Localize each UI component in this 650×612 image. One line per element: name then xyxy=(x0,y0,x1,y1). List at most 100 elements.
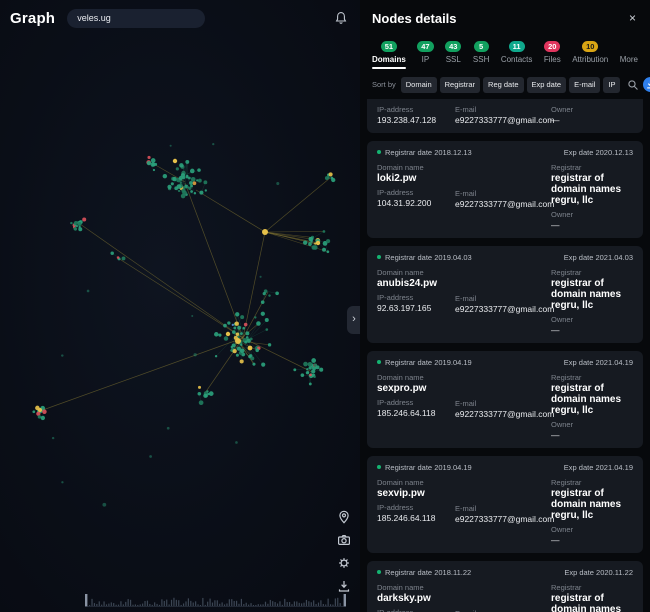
tab-label: Attribution xyxy=(572,55,608,64)
tab-contacts[interactable]: 11 Contacts xyxy=(501,34,533,69)
filter-domain[interactable]: Domain xyxy=(401,77,437,93)
domain-card[interactable]: IP-address 193.238.47.128 E-mail e922733… xyxy=(367,99,643,133)
tab-domains[interactable]: 51 Domains xyxy=(372,34,406,69)
tab-count-badge: 43 xyxy=(445,41,461,53)
ip-value: 185.246.64.118 xyxy=(377,408,455,418)
registrar-label: Registrar xyxy=(551,163,633,172)
owner-value: — xyxy=(551,115,633,125)
tab-ip[interactable]: 47 IP xyxy=(417,34,433,69)
reg-date: Registrar date 2018.11.22 xyxy=(385,568,471,577)
locate-button[interactable] xyxy=(336,509,352,525)
owner-label: Owner xyxy=(551,420,633,429)
ip-label: IP-address xyxy=(377,293,455,302)
registrar-label: Registrar xyxy=(551,373,633,382)
search-icon xyxy=(627,79,639,91)
tab-count-badge: 20 xyxy=(544,41,560,53)
domain-card[interactable]: Registrar date 2018.12.13 Exp date 2020.… xyxy=(367,141,643,238)
gear-icon xyxy=(337,556,351,570)
panel-header: Nodes details × xyxy=(360,0,650,34)
exp-date: Exp date 2021.04.19 xyxy=(564,463,633,472)
download-icon xyxy=(337,579,351,593)
filter-email[interactable]: E-mail xyxy=(569,77,600,93)
search-list-button[interactable] xyxy=(626,78,640,92)
camera-icon xyxy=(337,533,351,547)
tab-more[interactable]: More xyxy=(620,34,638,69)
tab-label: Files xyxy=(544,55,561,64)
registrar-value: registrar of domain names regru, llc xyxy=(551,278,633,311)
domain-card[interactable]: Registrar date 2019.04.03 Exp date 2021.… xyxy=(367,246,643,343)
close-icon: × xyxy=(629,11,636,25)
graph-topbar: Graph xyxy=(0,0,360,36)
registrar-value: registrar of domain names regru, llc xyxy=(551,383,633,416)
email-value: e9227333777@gmail.com xyxy=(455,514,551,524)
exp-date: Exp date 2021.04.19 xyxy=(564,358,633,367)
owner-label: Owner xyxy=(551,315,633,324)
timeline-scrubber[interactable] xyxy=(85,593,346,608)
tab-count-badge: 5 xyxy=(474,41,489,53)
exp-date: Exp date 2020.12.13 xyxy=(564,148,633,157)
email-label: E-mail xyxy=(455,399,551,408)
domain-label: Domain name xyxy=(377,163,455,172)
save-graph-button[interactable] xyxy=(336,578,352,594)
ip-label: IP-address xyxy=(377,188,455,197)
location-pin-icon xyxy=(337,510,351,524)
close-panel-button[interactable]: × xyxy=(627,10,638,26)
registrar-value: registrar of domain names regru, llc xyxy=(551,173,633,206)
tab-ssh[interactable]: 5 SSH xyxy=(473,34,489,69)
panel-collapse-button[interactable]: › xyxy=(347,306,360,334)
email-label: E-mail xyxy=(455,504,551,513)
registrar-label: Registrar xyxy=(551,478,633,487)
domain-label: Domain name xyxy=(377,583,455,592)
domain-label: Domain name xyxy=(377,478,455,487)
owner-label: Owner xyxy=(551,210,633,219)
reg-date: Registrar date 2019.04.19 xyxy=(385,463,472,472)
notifications-button[interactable] xyxy=(332,9,350,27)
reg-date: Registrar date 2019.04.03 xyxy=(385,253,472,262)
email-label: E-mail xyxy=(455,105,551,114)
screenshot-button[interactable] xyxy=(336,532,352,548)
ip-value: 193.238.47.128 xyxy=(377,115,455,125)
ip-value: 92.63.197.165 xyxy=(377,303,455,313)
graph-side-tools xyxy=(336,509,352,594)
reg-date: Registrar date 2019.04.19 xyxy=(385,358,472,367)
export-button[interactable] xyxy=(643,77,650,92)
ip-value: 104.31.92.200 xyxy=(377,198,455,208)
ip-label: IP-address xyxy=(377,503,455,512)
graph-settings-button[interactable] xyxy=(336,555,352,571)
domain-card[interactable]: Registrar date 2019.04.19 Exp date 2021.… xyxy=(367,351,643,448)
exp-date: Exp date 2020.11.22 xyxy=(564,568,633,577)
graph-search-input[interactable] xyxy=(67,9,205,28)
domain-label: Domain name xyxy=(377,268,455,277)
owner-value: — xyxy=(551,535,633,545)
email-label: E-mail xyxy=(455,294,551,303)
domain-cards-list[interactable]: IP-address 193.238.47.128 E-mail e922733… xyxy=(360,99,650,612)
tab-count-badge: 11 xyxy=(509,41,525,53)
tab-ssl[interactable]: 43 SSL xyxy=(445,34,461,69)
tab-label: SSH xyxy=(473,55,489,64)
filter-registrar[interactable]: Registrar xyxy=(440,77,480,93)
network-graph[interactable] xyxy=(0,0,360,612)
tab-attribution[interactable]: 10 Attribution xyxy=(572,34,608,69)
owner-label: Owner xyxy=(551,105,633,114)
registrar-value: registrar of domain names regru, llc xyxy=(551,488,633,521)
domain-card[interactable]: Registrar date 2018.11.22 Exp date 2020.… xyxy=(367,561,643,612)
status-dot xyxy=(377,150,381,154)
status-dot xyxy=(377,465,381,469)
filter-ip[interactable]: IP xyxy=(603,77,620,93)
filter-exp-date[interactable]: Exp date xyxy=(527,77,567,93)
domain-name-value: sexpro.pw xyxy=(377,383,455,394)
bell-icon xyxy=(334,11,348,25)
domain-label: Domain name xyxy=(377,373,455,382)
filter-reg-date[interactable]: Reg date xyxy=(483,77,523,93)
exp-date: Exp date 2021.04.03 xyxy=(564,253,633,262)
email-value: e9227333777@gmail.com xyxy=(455,115,551,125)
domain-name-value: darksky.pw xyxy=(377,593,455,604)
tab-files[interactable]: 20 Files xyxy=(544,34,561,69)
email-value: e9227333777@gmail.com xyxy=(455,304,551,314)
owner-label: Owner xyxy=(551,525,633,534)
domain-card[interactable]: Registrar date 2019.04.19 Exp date 2021.… xyxy=(367,456,643,553)
tab-label: More xyxy=(620,55,638,64)
reg-date: Registrar date 2018.12.13 xyxy=(385,148,472,157)
registrar-label: Registrar xyxy=(551,583,633,592)
timeline-histogram xyxy=(85,593,346,608)
